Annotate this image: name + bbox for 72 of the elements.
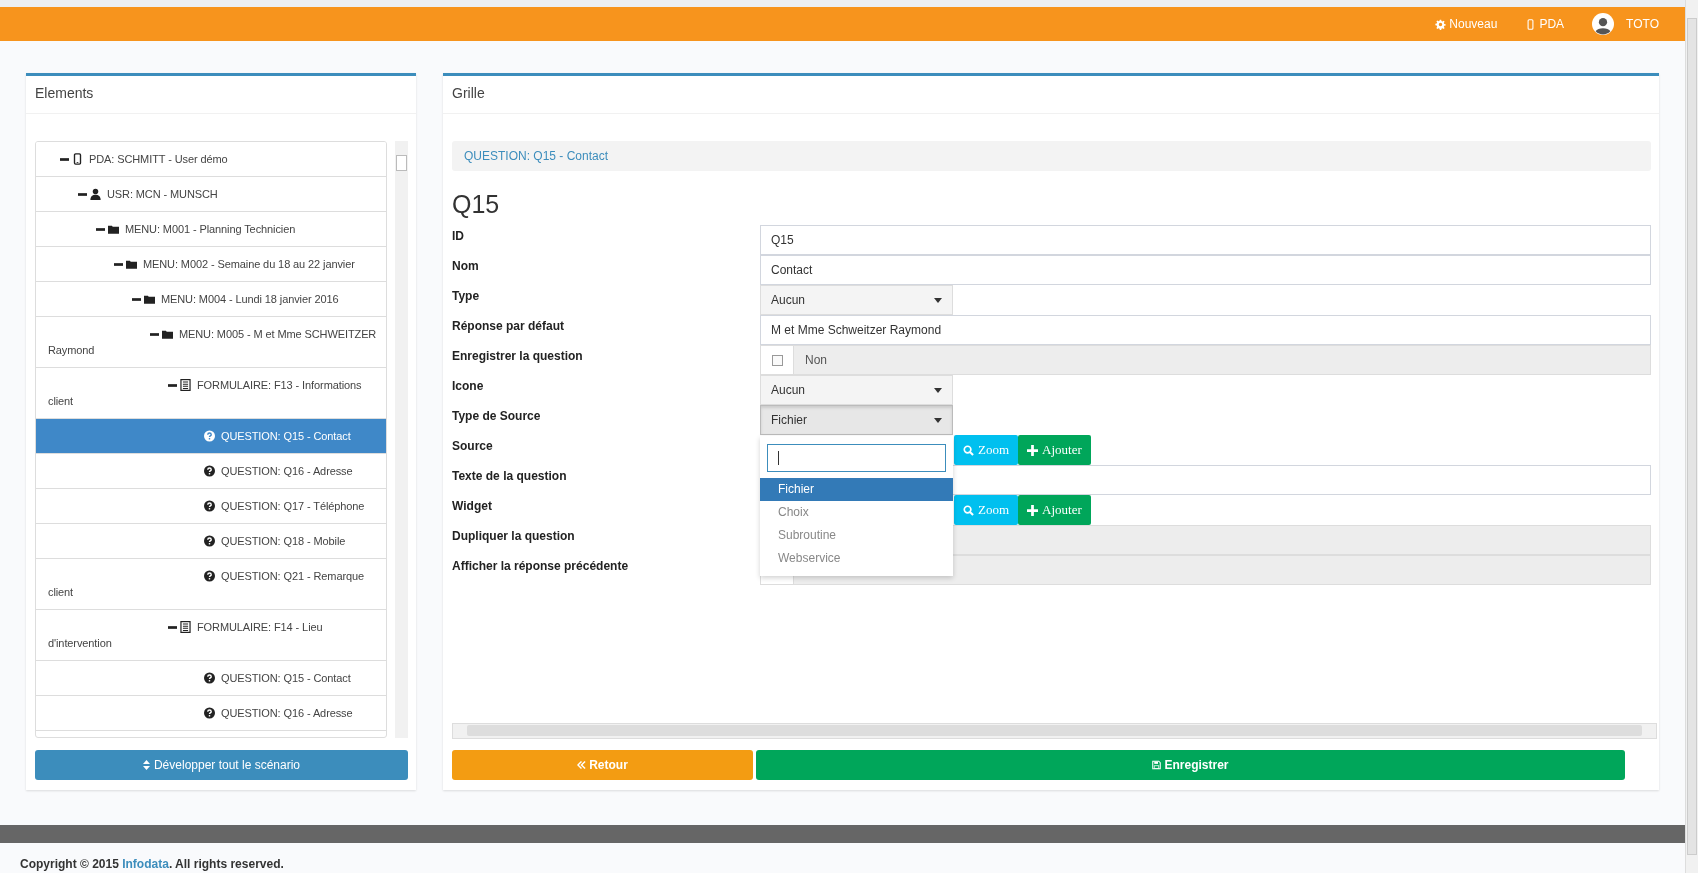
- field-label: Type: [452, 288, 481, 305]
- field-label: Réponse par défaut: [452, 318, 566, 335]
- question-heading: Q15: [452, 189, 501, 220]
- minus-icon[interactable]: [168, 381, 177, 390]
- field-label: ID: [452, 228, 465, 245]
- search-icon: [963, 504, 974, 516]
- caret-icon: [934, 417, 942, 423]
- caret-icon: [934, 297, 942, 303]
- tree-item[interactable]: PDA: SCHMITT - User démo: [36, 142, 386, 177]
- caret-icon: [934, 387, 942, 393]
- company-link[interactable]: Infodata: [122, 857, 169, 871]
- expand-all-button[interactable]: Développer tout le scénario: [35, 750, 408, 780]
- question-icon: [204, 465, 215, 477]
- folder-icon: [126, 258, 137, 270]
- field-label: Nom: [452, 258, 480, 275]
- select-field[interactable]: Aucun: [760, 285, 953, 315]
- field-label: Type de Source: [452, 408, 542, 425]
- input-field[interactable]: Q15: [760, 225, 1651, 255]
- folder-icon: [162, 328, 173, 340]
- select-field[interactable]: Aucun: [760, 375, 953, 405]
- dropdown-option[interactable]: Fichier: [760, 478, 953, 501]
- tree-item[interactable]: QUESTION: Q15 - Contact: [36, 419, 386, 454]
- minus-icon[interactable]: [114, 260, 123, 269]
- question-icon: [204, 707, 215, 719]
- floppy-icon: [1152, 760, 1162, 770]
- avatar-icon: [1592, 13, 1615, 35]
- double-chevron-left-icon: [577, 760, 587, 770]
- dropdown-option[interactable]: Webservice: [760, 547, 953, 570]
- folder-icon: [108, 223, 119, 235]
- field-label: Icone: [452, 378, 485, 395]
- plus-icon: [1027, 504, 1039, 516]
- question-icon: [204, 430, 215, 442]
- input-field[interactable]: Contact: [760, 255, 1651, 285]
- user-icon: [90, 188, 101, 200]
- scrollbar[interactable]: [1685, 0, 1698, 873]
- field-label: Dupliquer la question: [452, 528, 576, 545]
- mobile-icon: [72, 153, 83, 165]
- question-icon: [204, 672, 215, 684]
- minus-icon[interactable]: [78, 190, 87, 199]
- sort-icon: [142, 760, 150, 770]
- field-label: Afficher la réponse précédente: [452, 558, 630, 575]
- form-icon: [180, 379, 191, 391]
- field-label: Widget: [452, 498, 493, 515]
- minus-icon[interactable]: [132, 295, 141, 304]
- question-icon: [204, 570, 215, 582]
- panel-title: Grille: [443, 76, 1659, 114]
- mobile-icon: [1525, 18, 1537, 30]
- copyright-text: Copyright © 2015 Infodata. All rights reserved.: [20, 857, 285, 871]
- input-field[interactable]: M et Mme Schweitzer Raymond: [760, 315, 1651, 345]
- scrollbar[interactable]: [395, 141, 408, 738]
- gear-icon: [1435, 18, 1447, 30]
- search-icon: [963, 444, 974, 456]
- scrollbar[interactable]: [452, 723, 1657, 739]
- checkbox-label: Non: [804, 352, 827, 369]
- field-label: Enregistrer la question: [452, 348, 584, 365]
- field-label: Texte de la question: [452, 468, 568, 485]
- field-label: Source: [452, 438, 494, 455]
- minus-icon[interactable]: [150, 330, 159, 339]
- dropdown-option[interactable]: Choix: [760, 501, 953, 524]
- minus-icon[interactable]: [96, 225, 105, 234]
- folder-icon: [144, 293, 155, 305]
- question-icon: [204, 535, 215, 547]
- checkbox[interactable]: [771, 354, 783, 366]
- dropdown-option[interactable]: Subroutine: [760, 524, 953, 547]
- minus-icon[interactable]: [168, 623, 177, 632]
- question-icon: [204, 500, 215, 512]
- plus-icon: [1027, 444, 1039, 456]
- form-icon: [180, 621, 191, 633]
- minus-icon[interactable]: [60, 155, 69, 164]
- search-field[interactable]: [767, 444, 946, 472]
- panel-title: Elements: [26, 76, 416, 114]
- select-field[interactable]: Fichier: [760, 405, 953, 435]
